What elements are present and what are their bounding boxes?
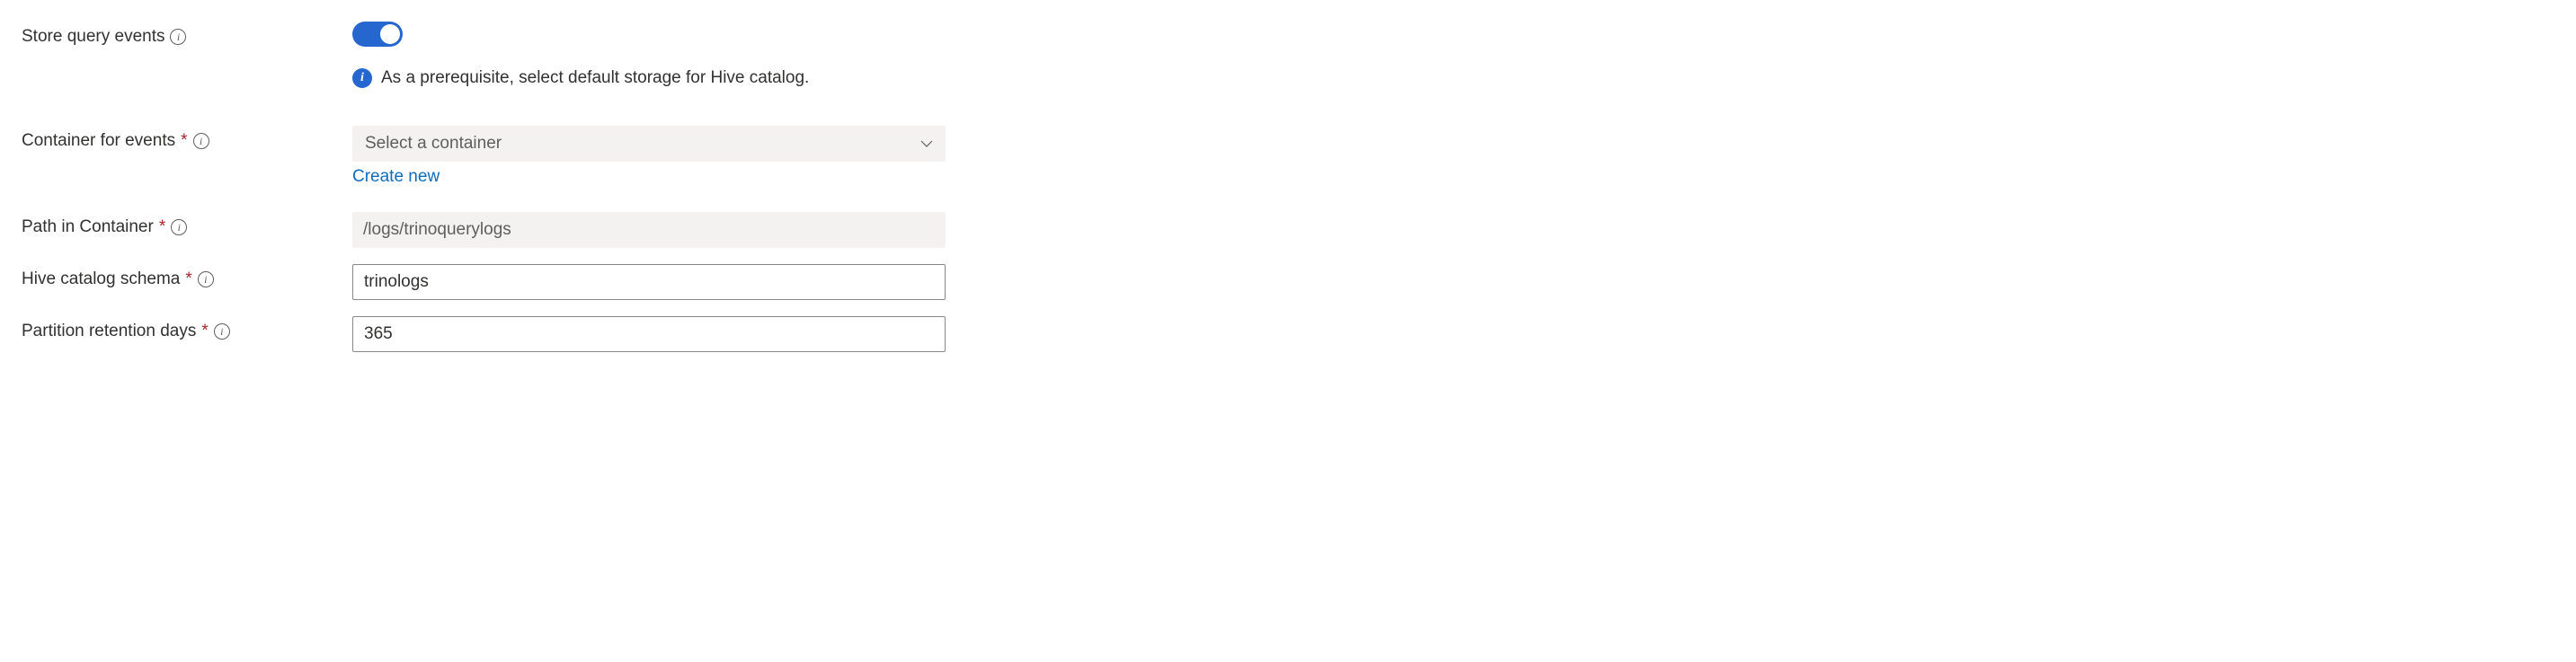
control-store-events: i As a prerequisite, select default stor… bbox=[352, 22, 974, 88]
label-text: Store query events bbox=[22, 27, 164, 47]
settings-form: Store query events i i As a prerequisite… bbox=[22, 22, 974, 352]
control-schema bbox=[352, 264, 974, 300]
row-store-events: Store query events i i As a prerequisite… bbox=[22, 22, 974, 88]
row-retention: Partition retention days * i bbox=[22, 316, 974, 352]
path-input[interactable] bbox=[352, 212, 946, 248]
label-text: Partition retention days bbox=[22, 322, 196, 341]
toggle-knob bbox=[380, 24, 400, 44]
row-schema: Hive catalog schema * i bbox=[22, 264, 974, 300]
prerequisite-note: i As a prerequisite, select default stor… bbox=[352, 68, 974, 88]
required-asterisk: * bbox=[181, 131, 187, 151]
required-asterisk: * bbox=[201, 322, 208, 341]
info-icon[interactable]: i bbox=[214, 323, 230, 340]
info-icon[interactable]: i bbox=[193, 133, 209, 149]
required-asterisk: * bbox=[159, 217, 165, 237]
container-select[interactable]: Select a container bbox=[352, 126, 946, 162]
row-container: Container for events * i Select a contai… bbox=[22, 126, 974, 187]
required-asterisk: * bbox=[185, 269, 191, 289]
info-icon[interactable]: i bbox=[198, 271, 214, 287]
control-retention bbox=[352, 316, 974, 352]
label-retention: Partition retention days * i bbox=[22, 316, 352, 341]
control-container: Select a container Create new bbox=[352, 126, 974, 187]
label-container: Container for events * i bbox=[22, 126, 352, 151]
label-text: Hive catalog schema bbox=[22, 269, 180, 289]
info-icon[interactable]: i bbox=[170, 29, 186, 45]
label-path: Path in Container * i bbox=[22, 212, 352, 237]
store-events-toggle[interactable] bbox=[352, 22, 403, 47]
label-text: Container for events bbox=[22, 131, 175, 151]
note-text: As a prerequisite, select default storag… bbox=[381, 68, 809, 88]
label-schema: Hive catalog schema * i bbox=[22, 264, 352, 289]
control-path bbox=[352, 212, 974, 248]
create-new-link[interactable]: Create new bbox=[352, 167, 440, 187]
info-icon[interactable]: i bbox=[171, 219, 187, 235]
chevron-down-icon bbox=[920, 137, 933, 150]
row-path: Path in Container * i bbox=[22, 212, 974, 248]
select-placeholder: Select a container bbox=[365, 134, 502, 154]
info-filled-icon: i bbox=[352, 68, 372, 88]
label-store-events: Store query events i bbox=[22, 22, 352, 47]
retention-input[interactable] bbox=[352, 316, 946, 352]
schema-input[interactable] bbox=[352, 264, 946, 300]
label-text: Path in Container bbox=[22, 217, 154, 237]
